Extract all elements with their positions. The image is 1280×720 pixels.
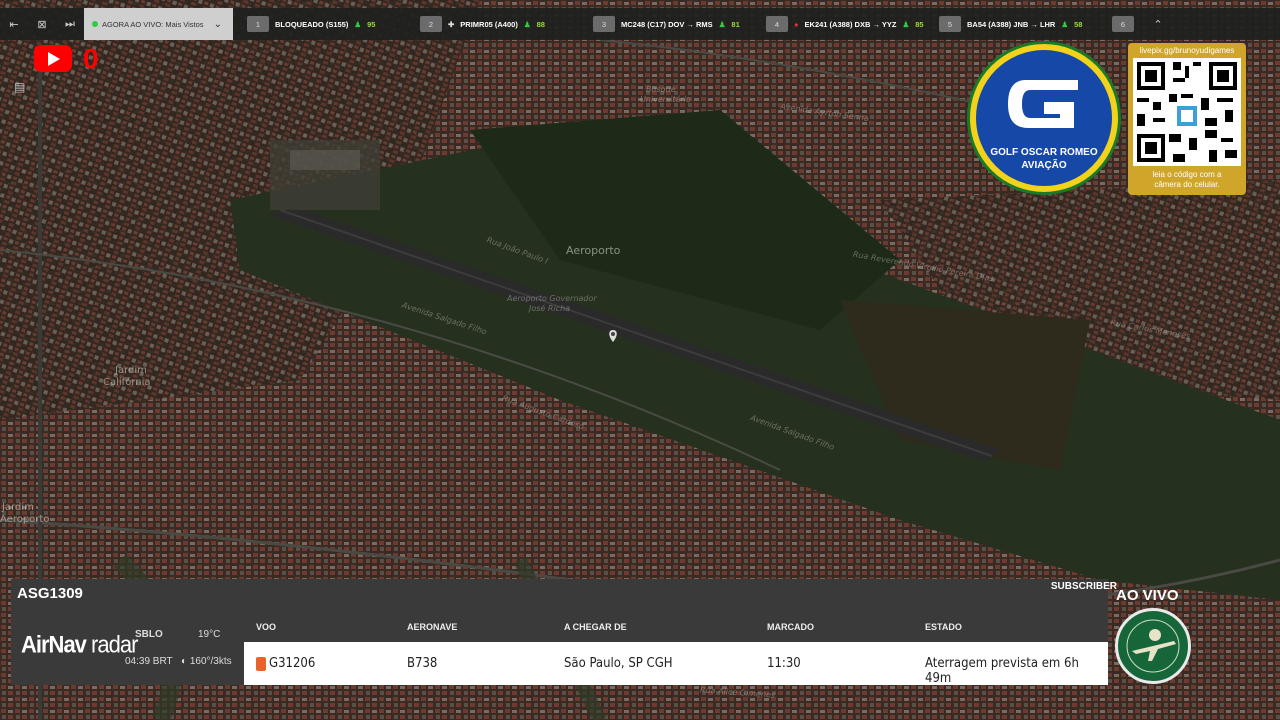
plane-icon: ✚ <box>448 19 455 29</box>
map-label-airport-name: Aeroporto Governador <box>507 294 597 303</box>
map-label-left-aeroporto: Aeroporto <box>0 514 50 525</box>
flight-tab-6[interactable]: 6 <box>1098 8 1148 40</box>
flight-tab-1[interactable]: 1 BLOQUEADO (S155) ♟ 95 <box>233 8 406 40</box>
tab-score: 81 <box>731 19 740 29</box>
flight-callsign: ASG1309 <box>17 585 83 602</box>
subscriber-label: SUBSCRIBER <box>1050 581 1117 592</box>
collapse-sidebar-button[interactable]: ⇤ <box>0 8 28 40</box>
flight-tab-bar: ⇤ ⊠ ⏭ AGORA AO VIVO: Mais Vistos ⌄ 1 BLO… <box>0 8 1280 40</box>
viewers-icon: ♟ <box>902 19 910 29</box>
chevron-down-icon: ⌄ <box>213 18 222 30</box>
tab-score: 88 <box>536 19 545 29</box>
map-label-california: Califórnia <box>103 377 151 388</box>
g-wing-logo-icon <box>1008 80 1078 128</box>
airline-logo-icon <box>256 657 266 671</box>
airport-code: SBLO <box>135 629 163 640</box>
cell-flight: G31206 <box>269 656 316 671</box>
wind-icon: ◐ <box>181 656 190 667</box>
temperature: 19°C <box>198 629 221 640</box>
youtube-logo-icon <box>34 45 72 72</box>
close-box-icon: ⊠ <box>37 18 47 31</box>
flight-tab-2[interactable]: 2 ✚ PRIMR05 (A400) ♟ 88 <box>406 8 579 40</box>
column-header-scheduled: MARCADO <box>767 622 814 632</box>
flight-tab-4[interactable]: 4 ● EK241 (A388) DXB → YYZ ♟ 85 <box>752 8 925 40</box>
tab-number: 2 <box>420 16 442 32</box>
close-window-button[interactable]: ⊠ <box>28 8 56 40</box>
map-label-universitario: Universitário <box>640 95 691 104</box>
qr-caption-line-1: leia o código com a <box>1152 170 1222 179</box>
tab-flight-label: MC248 (C17) DOV → RMS <box>621 19 713 29</box>
tab-score: 95 <box>367 19 376 29</box>
cell-origin: São Paulo, SP CGH <box>564 656 673 671</box>
channel-badge-logo <box>1115 608 1191 684</box>
column-header-voo: VOO <box>256 622 277 632</box>
logo-line-2: AVIAÇÃO <box>1021 160 1067 171</box>
live-label: AO VIVO <box>1116 587 1179 604</box>
flight-info-panel: ASG1309 SUBSCRIBER AirNav radar SBLO 04:… <box>11 579 1117 686</box>
live-dot-icon <box>92 21 98 27</box>
map-label-airport-name-2: José Richa <box>529 304 571 313</box>
brand-radar: radar <box>85 630 138 659</box>
skip-next-icon: ⏭ <box>65 17 75 30</box>
tab-number: 4 <box>766 16 788 32</box>
viewers-icon: ♟ <box>1061 19 1069 29</box>
tab-flight-label: PRIMR05 (A400) <box>460 19 518 29</box>
sidebar-collapse-icon: ⇤ <box>9 18 19 31</box>
airline-logo-icon: ● <box>794 19 799 29</box>
map-label-jardim: Jardim <box>115 365 147 376</box>
qr-code-icon <box>1133 58 1241 166</box>
tab-number: 1 <box>247 16 269 32</box>
qr-caption-line-2: câmera do celular. <box>1154 180 1220 189</box>
cell-status: Aterragem prevista em 6h 49m <box>925 656 1079 686</box>
column-header-aeronave: AERONAVE <box>407 622 458 632</box>
livepix-qr-card: livepix.gg/brunoyudigames leia o código … <box>1128 43 1246 195</box>
flight-tab-5[interactable]: 5 BA54 (A388) JNB → LHR ♟ 58 <box>925 8 1098 40</box>
scroll-right-button[interactable]: ⌃ <box>1148 8 1168 40</box>
wind-readout: ◐ 160°/3kts <box>181 656 232 667</box>
brand-air: AirNav <box>21 630 87 659</box>
flight-tab-3[interactable]: 3 MC248 (C17) DOV → RMS ♟ 81 <box>579 8 752 40</box>
tab-number: 5 <box>939 16 961 32</box>
map-label-aeroporto: Aeroporto <box>566 244 621 257</box>
chevron-up-icon: ⌃ <box>1153 18 1163 31</box>
logo-line-1: GOLF OSCAR ROMEO <box>990 147 1098 158</box>
column-header-status: ESTADO <box>925 622 962 632</box>
viewers-icon: ♟ <box>718 19 726 29</box>
table-row[interactable]: G31206 B738 São Paulo, SP CGH 11:30 Ater… <box>244 642 1108 686</box>
tab-flight-label: BLOQUEADO (S155) <box>275 19 349 29</box>
skip-next-button[interactable]: ⏭ <box>56 8 84 40</box>
live-tab-label: AGORA AO VIVO: Mais Vistos <box>102 19 204 29</box>
livepix-url: livepix.gg/brunoyudigames <box>1139 46 1235 55</box>
youtube-subscriber-count: 0 <box>83 43 99 74</box>
tab-flight-label: BA54 (A388) JNB → LHR <box>967 19 1056 29</box>
viewers-icon: ♟ <box>523 19 531 29</box>
cell-aircraft: B738 <box>407 656 438 671</box>
live-channel-select[interactable]: AGORA AO VIVO: Mais Vistos ⌄ <box>84 8 233 40</box>
tab-number: 6 <box>1112 16 1134 32</box>
airnav-radar-logo: AirNav radar <box>21 630 138 660</box>
cell-scheduled: 11:30 <box>767 656 801 671</box>
column-header-origin: A CHEGAR DE <box>564 622 627 632</box>
tab-score: 58 <box>1074 19 1083 29</box>
tab-score: 85 <box>915 19 924 29</box>
tab-flight-label: EK241 (A388) DXB → YYZ <box>804 19 897 29</box>
local-time: 04:39 BRT <box>125 656 173 667</box>
golf-oscar-romeo-logo: GOLF OSCAR ROMEO AVIAÇÃO <box>970 44 1118 192</box>
wind-value: 160°/3kts <box>189 656 232 667</box>
list-panel-icon[interactable]: ▤ <box>14 80 25 94</box>
map-label-bosque: Bosque <box>646 85 676 94</box>
plane-emblem-icon <box>1126 619 1180 673</box>
viewers-icon: ♟ <box>354 19 362 29</box>
tab-number: 3 <box>593 16 615 32</box>
map-label-left-jardim: Jardim <box>2 502 34 513</box>
